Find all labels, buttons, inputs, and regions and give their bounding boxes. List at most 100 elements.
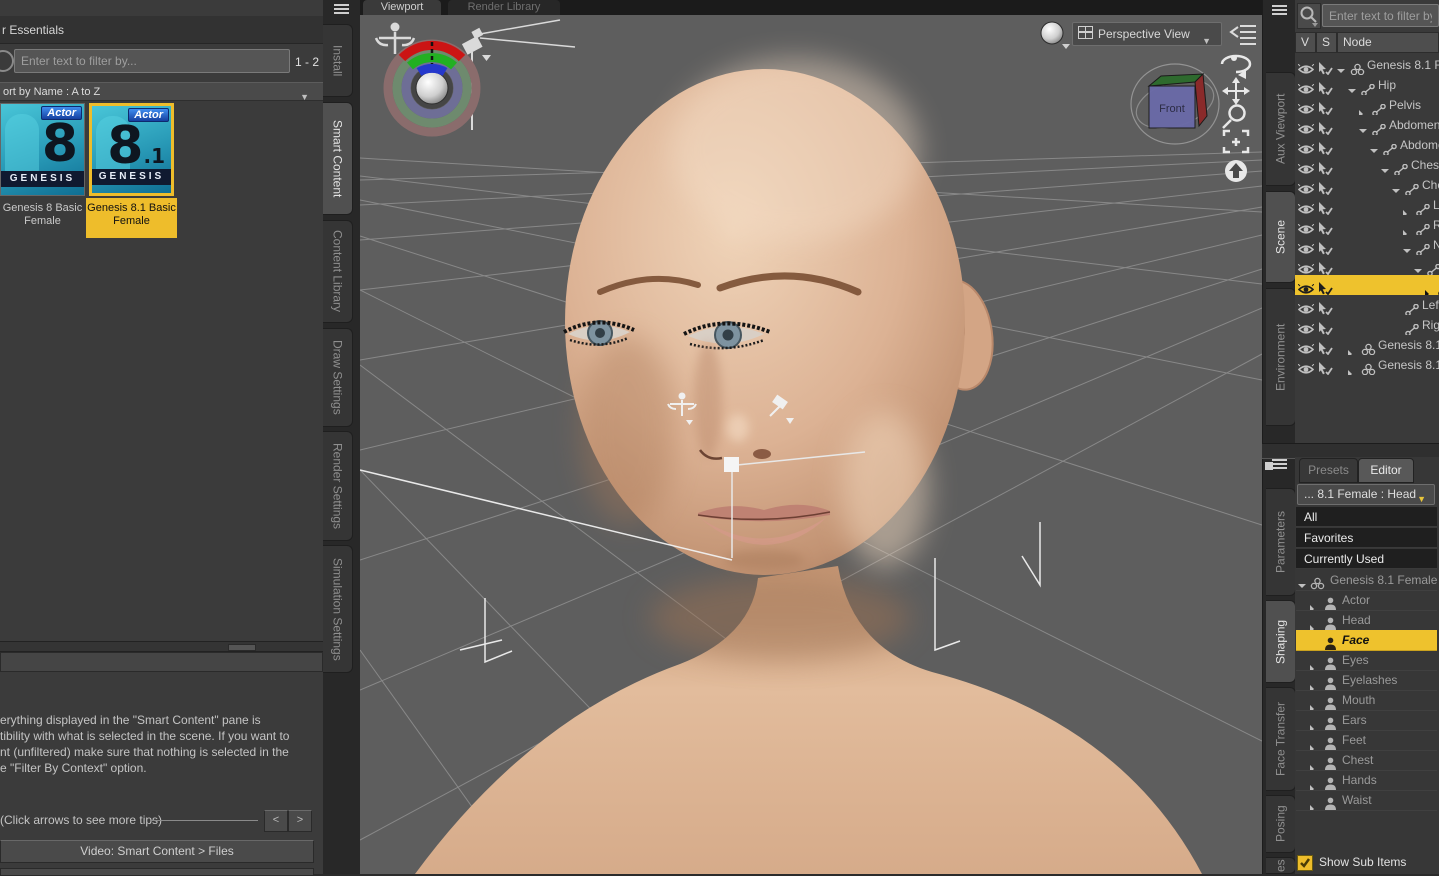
expand-arrow-icon[interactable] (1310, 716, 1318, 731)
scene-node-row[interactable]: Abdomen L (1295, 115, 1439, 135)
selectable-cursor-icon[interactable] (1318, 238, 1333, 255)
scene-node-row[interactable]: Chest L (1295, 155, 1439, 175)
viewport-3d[interactable]: Front (360, 15, 1262, 874)
scene-node-row[interactable]: Abdomen (1295, 135, 1439, 155)
visibility-eye-icon[interactable] (1298, 339, 1314, 355)
visibility-eye-icon[interactable] (1298, 219, 1314, 235)
expand-arrow-icon[interactable] (1403, 201, 1411, 215)
video-link-button[interactable]: Video: Smart Content > Files (0, 840, 314, 863)
expand-arrow-icon[interactable] (1310, 796, 1318, 811)
scene-node-row[interactable]: Right (1295, 315, 1439, 335)
expand-arrow-icon[interactable] (1403, 221, 1411, 235)
tab-shaping[interactable]: Shaping (1266, 600, 1296, 683)
expand-arrow-icon[interactable] (1381, 161, 1389, 175)
panel-splitter[interactable] (0, 641, 323, 652)
scene-home-icon[interactable] (1225, 160, 1247, 182)
expand-arrow-icon[interactable] (1403, 241, 1411, 255)
expand-arrow-icon[interactable] (1310, 696, 1318, 711)
tab-install[interactable]: Install (323, 24, 353, 97)
tab-parameters[interactable]: Parameters (1266, 488, 1296, 596)
selectable-cursor-icon[interactable] (1318, 158, 1333, 175)
visibility-eye-icon[interactable] (1298, 359, 1314, 375)
tab-presets[interactable]: Presets (1299, 458, 1358, 483)
checkbox-checked-icon[interactable] (1297, 855, 1313, 871)
expand-arrow-icon[interactable] (1348, 81, 1356, 95)
scene-node-row[interactable]: Pelvis (1295, 95, 1439, 115)
scene-node-row[interactable]: Genesis 8.1 Fe (1295, 55, 1439, 75)
tab-environment[interactable]: Environment (1266, 288, 1296, 426)
shaping-region-row[interactable]: Waist (1296, 790, 1437, 811)
selectable-cursor-icon[interactable] (1318, 98, 1333, 115)
expand-arrow-icon[interactable] (1310, 596, 1318, 611)
scene-node-row[interactable]: Rig (1295, 215, 1439, 235)
tab-es[interactable]: es (1266, 857, 1296, 874)
scene-node-row[interactable] (1295, 275, 1439, 295)
expand-arrow-icon[interactable] (1337, 61, 1345, 75)
shaping-region-row[interactable]: Eyes (1296, 650, 1437, 671)
expand-arrow-icon[interactable] (1359, 101, 1367, 115)
tab-draw-settings[interactable]: Draw Settings (323, 328, 353, 427)
selectable-cursor-icon[interactable] (1318, 78, 1333, 95)
tab-render-library[interactable]: Render Library (448, 0, 560, 15)
shaping-region-row[interactable]: Feet (1296, 730, 1437, 751)
visibility-eye-icon[interactable] (1298, 259, 1314, 275)
rotation-gimbal[interactable] (388, 42, 476, 132)
expand-arrow-icon[interactable] (1370, 141, 1378, 155)
selectable-cursor-icon[interactable] (1318, 178, 1333, 195)
shaping-region-row[interactable]: Hands (1296, 770, 1437, 791)
selectable-cursor-icon[interactable] (1318, 318, 1333, 335)
visibility-eye-icon[interactable] (1298, 119, 1314, 135)
scene-node-row[interactable]: Ches (1295, 175, 1439, 195)
collapsed-header-bar[interactable] (0, 652, 323, 672)
selectable-cursor-icon[interactable] (1318, 298, 1333, 315)
visibility-eye-icon[interactable] (1298, 79, 1314, 95)
shaping-region-row[interactable]: Actor (1296, 590, 1437, 611)
selectable-cursor-icon[interactable] (1318, 358, 1333, 375)
expand-arrow-icon[interactable] (1359, 121, 1367, 135)
gizmo-handle[interactable] (724, 457, 739, 472)
column-selectable[interactable]: S (1316, 32, 1337, 53)
tab-render-settings[interactable]: Render Settings (323, 431, 353, 541)
selectable-cursor-icon[interactable] (1318, 338, 1333, 355)
expand-arrow-icon[interactable] (1310, 756, 1318, 771)
partial-button[interactable] (0, 868, 314, 876)
scene-filter-icon[interactable] (1297, 3, 1321, 29)
tab-editor[interactable]: Editor (1358, 458, 1414, 483)
pane-menu-icon[interactable] (331, 1, 353, 19)
content-filter-input[interactable] (14, 49, 290, 73)
shaping-region-row[interactable]: Chest (1296, 750, 1437, 771)
expand-arrow-icon[interactable] (1310, 776, 1318, 791)
shaping-region-row[interactable]: Ears (1296, 710, 1437, 731)
sort-dropdown[interactable]: ort by Name : A to Z ▼ (0, 82, 323, 101)
product-thumb-genesis8[interactable]: Actor 8 GENESIS (0, 103, 85, 196)
visibility-eye-icon[interactable] (1298, 179, 1314, 195)
scene-node-row[interactable]: Left (1295, 295, 1439, 315)
shaping-filter-favorites[interactable]: Favorites (1296, 528, 1437, 548)
show-sub-items-row[interactable]: Show Sub Items (1297, 852, 1437, 872)
tab-content-library[interactable]: Content Library (323, 220, 353, 323)
tab-viewport[interactable]: Viewport (363, 0, 441, 15)
pane-menu-icon[interactable] (1269, 2, 1291, 20)
shaping-scope-dropdown[interactable]: ... 8.1 Female : Head ▼ (1297, 484, 1435, 505)
shaping-region-row[interactable]: Genesis 8.1 Female (1296, 570, 1437, 591)
shaping-filter-currently-used[interactable]: Currently Used (1296, 549, 1437, 569)
tab-simulation-settings[interactable]: Simulation Settings (323, 545, 353, 673)
expand-arrow-icon[interactable] (1298, 576, 1306, 591)
selectable-cursor-icon[interactable] (1318, 198, 1333, 215)
visibility-eye-icon[interactable] (1298, 59, 1314, 75)
expand-arrow-icon[interactable] (1310, 736, 1318, 751)
splitter-grip[interactable] (228, 644, 256, 651)
visibility-eye-icon[interactable] (1298, 159, 1314, 175)
expand-arrow-icon[interactable] (1310, 656, 1318, 671)
selectable-cursor-icon[interactable] (1318, 118, 1333, 135)
selectable-cursor-icon[interactable] (1318, 58, 1333, 75)
tab-scene[interactable]: Scene (1266, 191, 1296, 283)
tab-face-transfer[interactable]: Face Transfer (1266, 687, 1296, 791)
expand-arrow-icon[interactable] (1310, 616, 1318, 631)
scene-node-row[interactable]: Genesis 8.1 (1295, 355, 1439, 375)
scene-filter-input[interactable] (1322, 4, 1439, 27)
selectable-cursor-icon[interactable] (1318, 258, 1333, 275)
expand-arrow-icon[interactable] (1392, 181, 1400, 195)
selectable-cursor-icon[interactable] (1318, 278, 1333, 295)
tab-smart-content[interactable]: Smart Content (323, 102, 353, 215)
